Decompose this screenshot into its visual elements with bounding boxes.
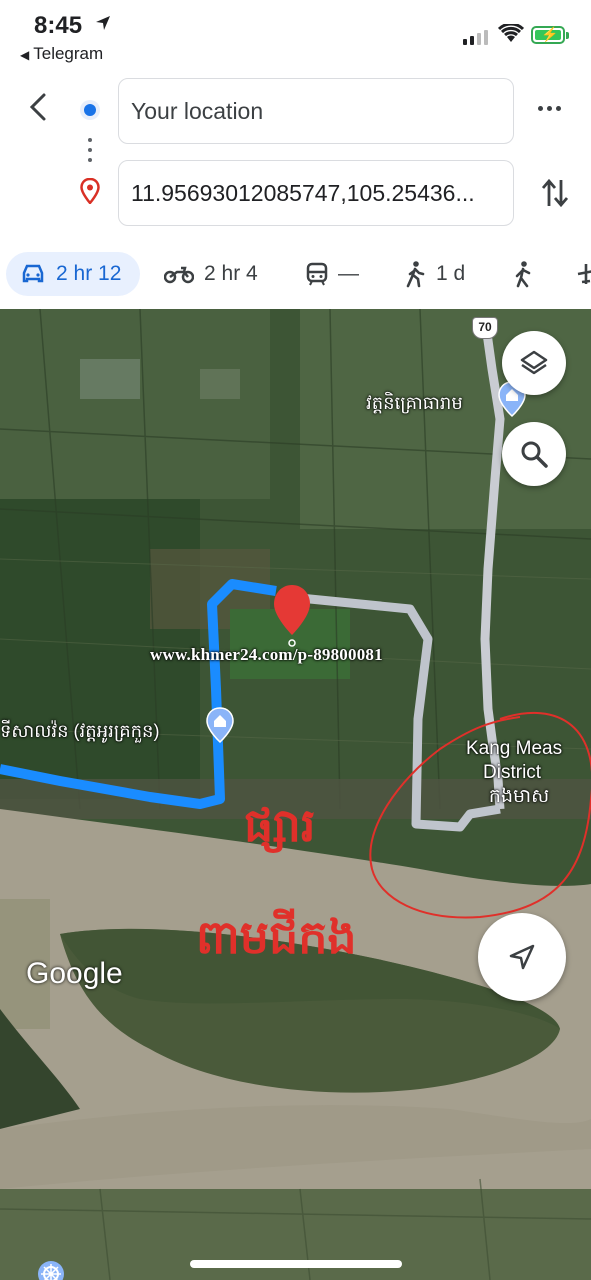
travel-mode-bar: 2 hr 12 2 hr 4 — 1 d: [0, 248, 591, 304]
destination-pin-icon: [80, 178, 100, 204]
mode-transit-label: —: [338, 262, 359, 285]
poi-temple-west-label: ទីសាលវ៉ន (វត្តអូរគ្រកួន): [0, 721, 160, 741]
navigation-arrow-icon: [509, 944, 535, 970]
motorcycle-icon: [164, 266, 194, 284]
home-indicator[interactable]: [190, 1260, 402, 1268]
flight-icon: [577, 264, 591, 284]
district-label-khmer: កងមាស: [488, 786, 550, 807]
search-icon: [521, 441, 548, 468]
google-logo: Google: [26, 957, 123, 990]
mode-motorcycle[interactable]: 2 hr 4: [164, 252, 258, 296]
poi-temple-north[interactable]: វត្តនិគ្រោធារាម: [366, 391, 463, 418]
destination-input[interactable]: 11.95693012085747,105.25436...: [118, 160, 514, 226]
directions-panel: Your location 11.95693012085747,105.2543…: [0, 70, 591, 240]
poi-temple-north-label: វត្តនិគ្រោធារាម: [366, 393, 463, 413]
mode-walk-label: 1 d: [436, 262, 466, 285]
location-arrow-icon: [96, 16, 110, 30]
annotation-market: ផ្សារ: [244, 799, 316, 851]
wifi-icon: [498, 24, 524, 42]
layers-button[interactable]: [502, 331, 566, 395]
mode-ride[interactable]: [510, 252, 544, 296]
poi-temple-west[interactable]: ទីសាលវ៉ន (វត្តអូរគ្រកួន): [0, 719, 159, 746]
district-label-line2: District: [483, 762, 542, 783]
ride-icon: [515, 261, 531, 288]
district-label: Kang Meas District កងមាស: [466, 737, 562, 809]
mode-transit[interactable]: —: [306, 252, 359, 296]
district-label-line1: Kang Meas: [466, 738, 563, 759]
route-dots-icon: [88, 138, 92, 162]
mode-motorcycle-label: 2 hr 4: [204, 262, 258, 285]
dharma-wheel-icon: [38, 1261, 64, 1280]
annotation-island: ពាមជីកង: [196, 911, 357, 963]
battery-icon: ⚡: [531, 26, 569, 44]
watermark: www.khmer24.com/p-89800081: [150, 645, 383, 664]
temple-marker-icon[interactable]: [206, 707, 234, 743]
layers-icon: [520, 350, 548, 375]
mode-drive-label: 2 hr 12: [56, 262, 122, 285]
back-to-app-link[interactable]: ◀ Telegram: [20, 44, 103, 64]
back-app-label: Telegram: [33, 44, 104, 63]
origin-dot-icon: [80, 100, 100, 120]
back-triangle-icon: ◀: [20, 48, 30, 62]
search-button[interactable]: [502, 422, 566, 486]
map-view[interactable]: 70 វត្តនិគ្រោធារាម ទីសាលវ៉ន (វត្តអូរគ្រក…: [0, 309, 591, 1280]
back-arrow-icon[interactable]: [24, 92, 54, 122]
car-icon: [22, 264, 44, 283]
status-bar: 8:45 ◀ Telegram ⚡: [0, 0, 591, 70]
mode-drive[interactable]: 2 hr 12: [6, 252, 140, 296]
status-time: 8:45: [34, 12, 83, 39]
mode-walk[interactable]: 1 d: [404, 252, 465, 296]
transit-icon: [306, 262, 328, 286]
swap-icon[interactable]: [540, 176, 570, 210]
walk-icon: [406, 261, 425, 288]
cellular-signal-icon: [463, 30, 488, 45]
highway-shield: 70: [472, 317, 498, 339]
mode-flight[interactable]: [576, 252, 591, 296]
origin-input[interactable]: Your location: [118, 78, 514, 144]
recenter-button[interactable]: [478, 913, 566, 1001]
more-options-icon[interactable]: [538, 106, 561, 111]
